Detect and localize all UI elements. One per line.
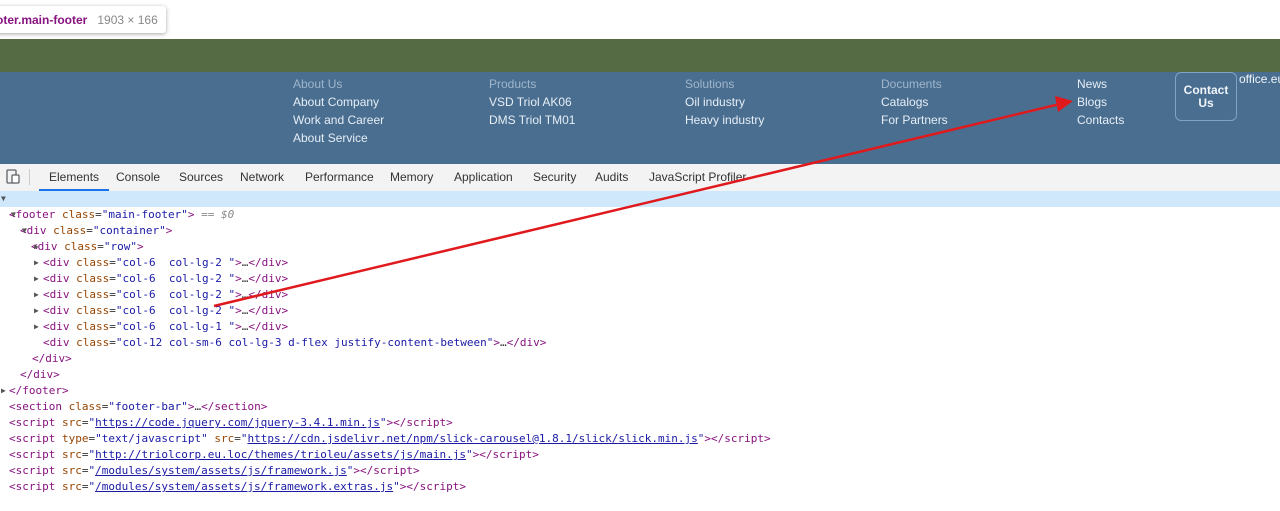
tab-elements[interactable]: Elements <box>38 164 110 191</box>
tab-javascript-profiler[interactable]: JavaScript Profiler <box>649 164 746 191</box>
footer-link-products[interactable]: Products <box>489 75 575 93</box>
expand-triangle-icon[interactable]: ▶ <box>34 271 39 287</box>
footer-link-partners[interactable]: For Partners <box>881 111 948 129</box>
devtools-panel: Elements Console Sources Network Perform… <box>0 164 1280 493</box>
dom-node-row[interactable]: ▼ <div class="row"> <box>0 223 1280 253</box>
footer-column-news: News Blogs Contacts <box>1077 75 1124 129</box>
footer-link-about-company[interactable]: About Company <box>293 93 384 111</box>
footer-link-solutions[interactable]: Solutions <box>685 75 764 93</box>
tab-console[interactable]: Console <box>116 164 160 191</box>
expand-triangle-icon[interactable]: ▶ <box>34 287 39 303</box>
footer-column-documents: Documents Catalogs For Partners <box>881 75 948 129</box>
collapse-triangle-icon[interactable]: ▼ <box>22 223 27 239</box>
collapse-triangle-icon[interactable]: ▼ <box>1 191 6 207</box>
dom-node-script[interactable]: <script src="/modules/system/assets/js/f… <box>0 447 1280 477</box>
dom-node-footer[interactable]: ▼ <footer class="main-footer"> == $0 <box>0 191 1280 221</box>
footer-link-catalogs[interactable]: Catalogs <box>881 93 948 111</box>
footer-link-documents[interactable]: Documents <box>881 75 948 93</box>
expand-triangle-icon[interactable]: ▶ <box>1 383 6 399</box>
tab-audits[interactable]: Audits <box>595 164 628 191</box>
expand-triangle-icon[interactable]: ▶ <box>34 319 39 335</box>
dom-node-col-contact[interactable]: ▶ <div class="col-12 col-sm-6 col-lg-3 d-… <box>0 319 1280 349</box>
page-footer-preview: About Us About Company Work and Career A… <box>0 39 1280 183</box>
elements-dom-tree: ▼ <footer class="main-footer"> == $0 ▼ <di… <box>0 191 1280 493</box>
dom-node-script[interactable]: <script src="https://code.jquery.com/jqu… <box>0 399 1280 429</box>
expand-triangle-icon[interactable]: ▶ <box>34 239 39 255</box>
expand-triangle-icon[interactable]: ▶ <box>34 303 39 319</box>
footer-link-vsd[interactable]: VSD Triol AK06 <box>489 93 575 111</box>
tab-application[interactable]: Application <box>454 164 513 191</box>
footer-link-dms[interactable]: DMS Triol TM01 <box>489 111 575 129</box>
dom-node-section[interactable]: ▶ <section class="footer-bar">…</section> <box>0 383 1280 413</box>
dom-node-script[interactable]: <script src="/modules/system/assets/js/f… <box>0 463 1280 493</box>
dom-node-col[interactable]: ▶ <div class="col-6 col-lg-2 ">…</div> <box>0 287 1280 317</box>
footer-column-about: About Us About Company Work and Career A… <box>293 75 384 147</box>
tooltip-dimensions: 1903 × 166 <box>97 12 158 27</box>
dom-close-footer: </footer> <box>9 384 69 397</box>
dom-node-script[interactable]: <script src="http://triolcorp.eu.loc/the… <box>0 431 1280 461</box>
tooltip-selector: oter.main-footer <box>0 12 88 27</box>
dom-close-row: </div> <box>32 352 72 365</box>
contact-us-button[interactable]: Contact Us <box>1175 72 1237 121</box>
dom-node-col[interactable]: ▶ <div class="col-6 col-lg-2 ">…</div> <box>0 239 1280 269</box>
footer-column-solutions: Solutions Oil industry Heavy industry <box>685 75 764 129</box>
dom-node-col[interactable]: ▶ <div class="col-6 col-lg-2 ">…</div> <box>0 271 1280 301</box>
tab-network[interactable]: Network <box>240 164 284 191</box>
expand-triangle-icon[interactable]: ▶ <box>34 255 39 271</box>
devtools-tabbar: Elements Console Sources Network Perform… <box>0 164 1280 192</box>
dom-close-container: </div> <box>20 368 60 381</box>
collapse-triangle-icon[interactable]: ▼ <box>11 207 16 223</box>
device-toolbar-icon[interactable] <box>6 169 20 184</box>
dom-node-col-news[interactable]: ▶ <div class="col-6 col-lg-1 ">…</div> <box>0 303 1280 333</box>
footer-link-oil[interactable]: Oil industry <box>685 93 764 111</box>
footer-link-work-career[interactable]: Work and Career <box>293 111 384 129</box>
tab-sources[interactable]: Sources <box>179 164 223 191</box>
dom-node-container[interactable]: ▼ <div class="container"> <box>0 207 1280 237</box>
tab-performance[interactable]: Performance <box>305 164 374 191</box>
dom-node-script[interactable]: <script type="text/javascript" src="http… <box>0 415 1280 445</box>
footer-link-news[interactable]: News <box>1077 75 1124 93</box>
tab-memory[interactable]: Memory <box>390 164 433 191</box>
script-src-link[interactable]: /modules/system/assets/js/framework.extr… <box>95 480 393 493</box>
dom-node-col[interactable]: ▶ <div class="col-6 col-lg-2 ">…</div> <box>0 255 1280 285</box>
footer-link-contacts[interactable]: Contacts <box>1077 111 1124 129</box>
footer-link-blogs[interactable]: Blogs <box>1077 93 1124 111</box>
element-tooltip: oter.main-footer 1903 × 166 <box>0 6 166 33</box>
footer-link-about-us[interactable]: About Us <box>293 75 384 93</box>
footer-column-products: Products VSD Triol AK06 DMS Triol TM01 <box>489 75 575 129</box>
office-email-text[interactable]: office.eu <box>1239 72 1280 86</box>
tabbar-separator <box>29 169 30 185</box>
tab-security[interactable]: Security <box>533 164 576 191</box>
footer-link-heavy[interactable]: Heavy industry <box>685 111 764 129</box>
footer-link-about-service[interactable]: About Service <box>293 129 384 147</box>
